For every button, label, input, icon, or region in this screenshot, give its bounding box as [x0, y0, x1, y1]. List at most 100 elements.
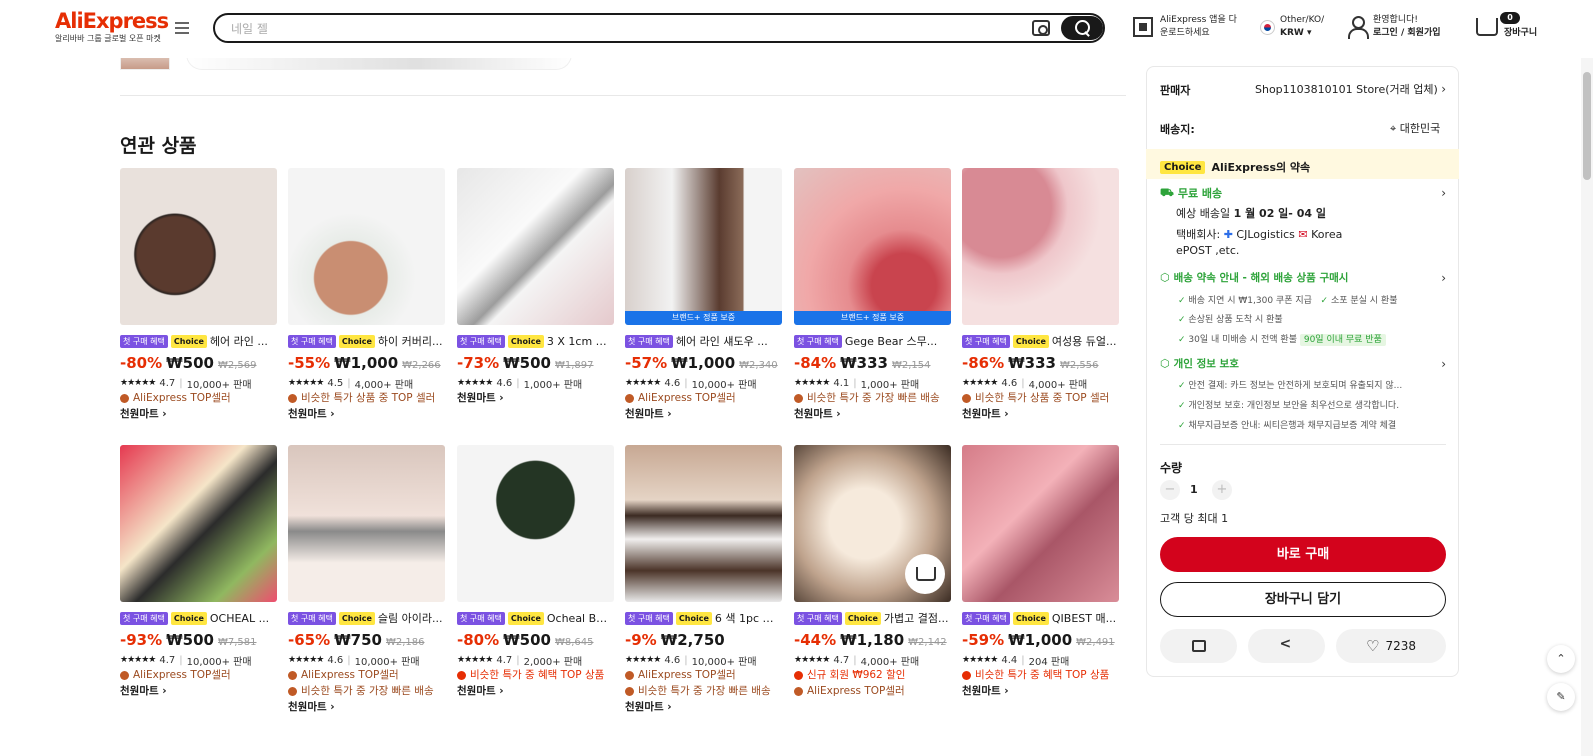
product-image[interactable]: [962, 168, 1119, 325]
quantity-value[interactable]: 1: [1190, 483, 1198, 496]
free-shipping-row[interactable]: ⛟ 무료 배송 ›: [1160, 185, 1446, 201]
promo-badge: 비슷한 특가 중 혜택 TOP 상품: [962, 667, 1119, 683]
delivery-guarantee-row[interactable]: ⬡ 배송 약속 안내 - 해외 배송 상품 구매시 ›: [1160, 270, 1446, 285]
product-card[interactable]: 첫 구매 혜택 Choice 가볍고 결점... -44% ₩1,180 ₩2,142 ★★…: [794, 445, 951, 699]
related-products-title: 연관 상품: [120, 135, 197, 157]
product-card[interactable]: 첫 구매 혜택 Choice OCHEAL ... -93% ₩500 ₩7,581 ★★★…: [120, 445, 277, 700]
product-card[interactable]: 첫 구매 혜택 Choice 헤어 라인 ... -80% ₩500 ₩2,569 ★★★★…: [120, 168, 277, 423]
scrollbar-thumb[interactable]: [1583, 72, 1591, 180]
cart-label[interactable]: 장바구니: [1504, 27, 1537, 40]
store-link[interactable]: 천원마트 ›: [625, 699, 782, 716]
share-button[interactable]: [1248, 629, 1325, 663]
chevron-right-icon: ›: [1441, 270, 1446, 285]
store-link[interactable]: 천원마트 ›: [288, 699, 445, 716]
product-image[interactable]: [794, 445, 951, 602]
store-link[interactable]: 천원마트 ›: [962, 683, 1119, 700]
product-card[interactable]: 첫 구매 혜택 Choice 여성용 듀얼... -86% ₩333 ₩2,556 ★★★★…: [962, 168, 1119, 423]
quantity-increase-button[interactable]: +: [1212, 480, 1232, 500]
seller-label: 판매자: [1160, 84, 1191, 97]
product-card[interactable]: 첫 구매 혜택 Choice 하이 커버리... -55% ₩1,000 ₩2,266 ★★…: [288, 168, 445, 423]
store-link[interactable]: 천원마트 ›: [120, 406, 277, 423]
product-card[interactable]: 첫 구매 혜택 Choice 3 X 1cm 라... -73% ₩500 ₩1,897 ★…: [457, 168, 614, 407]
product-image[interactable]: [625, 445, 782, 602]
rating-value: 4.7: [159, 654, 176, 666]
cart-count-badge: 0: [1500, 12, 1520, 24]
product-card[interactable]: 첫 구매 혜택 Choice QIBEST 매... -59% ₩1,000 ₩2,491…: [962, 445, 1119, 700]
product-image[interactable]: [288, 445, 445, 602]
brand-plus-badge: 브랜드+ 정품 보증: [794, 311, 951, 325]
product-card[interactable]: 첫 구매 혜택 Choice 슬림 아이라... -65% ₩750 ₩2,186 ★★★★…: [288, 445, 445, 716]
product-image[interactable]: [457, 168, 614, 325]
badge-icon: [794, 670, 803, 680]
seller-link[interactable]: Shop1103810101 Store(거래 업체) ›: [1255, 81, 1446, 97]
buy-now-button[interactable]: 바로 구매: [1160, 537, 1446, 572]
sale-price: ₩500: [166, 354, 214, 372]
product-image[interactable]: [120, 445, 277, 602]
qr-code-icon[interactable]: [1133, 17, 1153, 37]
cart-icon[interactable]: [1476, 18, 1498, 36]
badge-icon: [625, 686, 634, 696]
product-title[interactable]: 6 색 1pc 눈...: [715, 610, 782, 626]
promo-badge: AliExpress TOP셀러: [625, 667, 782, 683]
store-link[interactable]: 천원마트 ›: [457, 390, 614, 407]
badge-icon: [794, 686, 803, 696]
add-to-cart-button[interactable]: 장바구니 담기: [1160, 582, 1446, 617]
product-title[interactable]: Gege Bear 스무...: [845, 333, 937, 349]
product-title[interactable]: 3 X 1cm 라...: [547, 333, 614, 349]
product-image[interactable]: 브랜드+ 정품 보증: [625, 168, 782, 325]
product-title[interactable]: 여성용 듀얼...: [1052, 333, 1117, 349]
product-title[interactable]: 하이 커버리...: [378, 333, 443, 349]
image-search-icon[interactable]: [1032, 20, 1050, 36]
price-row: -9% ₩2,750: [625, 631, 782, 651]
product-title[interactable]: OCHEAL ...: [210, 612, 269, 625]
search-input[interactable]: [231, 20, 991, 38]
privacy-row[interactable]: ⬡ 개인 정보 보호 ›: [1160, 356, 1446, 371]
product-card[interactable]: 첫 구매 혜택 Choice 6 색 1pc 눈... -9% ₩2,750 ★★★★★ 4…: [625, 445, 782, 716]
promo-badge: AliExpress TOP셀러: [625, 390, 782, 406]
product-image[interactable]: 브랜드+ 정품 보증: [794, 168, 951, 325]
feedback-edit-button[interactable]: ✎: [1547, 683, 1575, 711]
store-link[interactable]: 천원마트 ›: [625, 406, 782, 423]
product-card[interactable]: 브랜드+ 정품 보증 첫 구매 혜택 헤어 라인 섀도우 ... -57% ₩1,000…: [625, 168, 782, 423]
store-link[interactable]: 천원마트 ›: [794, 406, 951, 423]
sold-count: 10,000+ 판매: [691, 379, 757, 391]
store-link[interactable]: 천원마트 ›: [120, 683, 277, 700]
quantity-decrease-button[interactable]: −: [1160, 480, 1180, 500]
discount-percent: -73%: [457, 354, 500, 372]
original-price: ₩2,556: [1060, 360, 1099, 371]
star-rating-icon: ★★★★★: [288, 378, 324, 388]
product-image[interactable]: [288, 168, 445, 325]
product-title[interactable]: 헤어 라인 섀도우 ...: [676, 333, 768, 349]
store-link[interactable]: 천원마트 ›: [457, 683, 614, 700]
sale-price: ₩500: [166, 631, 214, 649]
account-login-link[interactable]: 환영합니다! 로그인 / 회원가입: [1373, 14, 1441, 40]
ship-to-value[interactable]: ⌖ 대한민국: [1390, 120, 1440, 136]
region-currency-selector[interactable]: Other/KO/KRW ▾: [1280, 14, 1324, 40]
product-title[interactable]: 가볍고 결점...: [884, 610, 949, 626]
discount-percent: -55%: [288, 354, 331, 372]
product-title[interactable]: Ocheal BB...: [547, 612, 614, 625]
product-image[interactable]: [457, 445, 614, 602]
quick-add-cart-icon[interactable]: [905, 554, 945, 594]
sale-price: ₩1,180: [840, 631, 905, 649]
product-title[interactable]: 헤어 라인 ...: [210, 333, 268, 349]
product-card[interactable]: 브랜드+ 정품 보증 첫 구매 혜택 Gege Bear 스무... -84% ₩333…: [794, 168, 951, 423]
product-title[interactable]: 슬림 아이라...: [378, 610, 443, 626]
app-download-link[interactable]: AliExpress 앱을 다 운로드하세요: [1160, 14, 1237, 40]
search-button[interactable]: [1061, 16, 1103, 40]
wishlist-button[interactable]: ♡ 7238: [1336, 629, 1446, 663]
back-to-top-button[interactable]: ⌃: [1547, 645, 1575, 673]
product-title[interactable]: QIBEST 매...: [1052, 610, 1116, 626]
user-account-icon[interactable]: [1347, 16, 1369, 39]
price-row: -80% ₩500 ₩2,569: [120, 354, 277, 374]
hamburger-menu-icon[interactable]: [175, 22, 189, 34]
aliexpress-logo[interactable]: AliExpress: [55, 9, 169, 33]
product-image[interactable]: [962, 445, 1119, 602]
separator: |: [516, 654, 520, 666]
store-link[interactable]: 천원마트 ›: [962, 406, 1119, 423]
product-image[interactable]: [120, 168, 277, 325]
store-button[interactable]: [1160, 629, 1237, 663]
price-row: -57% ₩1,000 ₩2,340: [625, 354, 782, 374]
store-link[interactable]: 천원마트 ›: [288, 406, 445, 423]
product-card[interactable]: 첫 구매 혜택 Choice Ocheal BB... -80% ₩500 ₩8,645 ★…: [457, 445, 614, 700]
